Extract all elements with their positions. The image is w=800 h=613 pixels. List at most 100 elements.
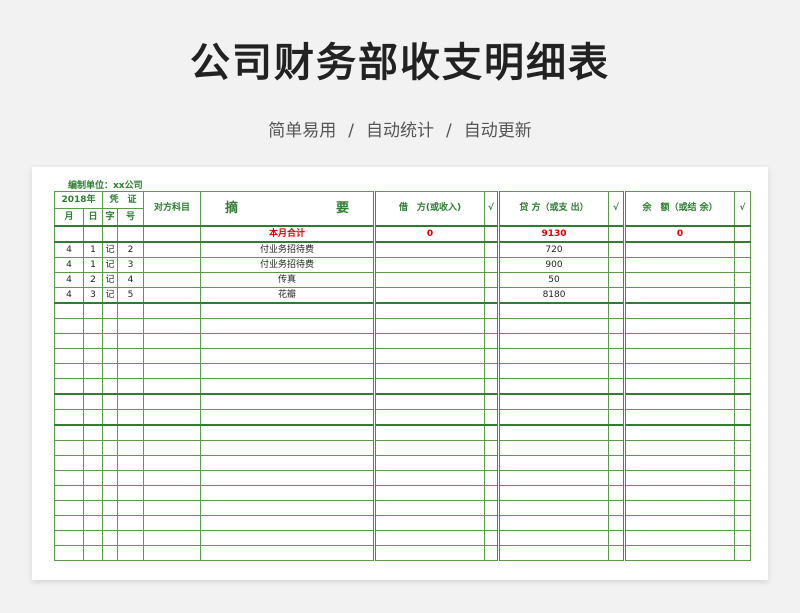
cell-day: 3 <box>83 287 103 304</box>
cell <box>608 485 627 501</box>
cell <box>484 409 501 426</box>
cell <box>498 500 610 516</box>
cell <box>484 272 501 288</box>
cell <box>117 363 144 379</box>
cell <box>624 500 736 516</box>
cell <box>83 333 103 349</box>
cell <box>102 302 118 319</box>
blank-row <box>54 318 752 334</box>
header-check-balance: √ <box>734 191 752 227</box>
cell <box>102 530 118 546</box>
cell <box>624 409 736 426</box>
header-voucher: 凭 证 <box>102 191 144 209</box>
header-zi: 字 <box>102 208 118 227</box>
cell <box>624 455 736 471</box>
cell <box>373 409 486 426</box>
cell-zi: 记 <box>102 287 118 304</box>
cell <box>734 530 752 546</box>
blank-row <box>54 378 752 395</box>
cell <box>143 241 201 258</box>
cell <box>484 393 501 410</box>
cell <box>117 225 144 243</box>
cell <box>373 500 486 516</box>
cell <box>498 378 610 395</box>
header-summary: 摘 要 <box>199 191 376 227</box>
cell <box>373 241 486 258</box>
blank-row <box>54 333 752 349</box>
cell <box>54 485 84 501</box>
cell <box>83 545 103 561</box>
cell <box>484 470 501 486</box>
header-balance: 余 额（或结 余） <box>624 191 736 227</box>
cell <box>734 302 752 319</box>
cell <box>734 500 752 516</box>
blank-row <box>54 302 752 319</box>
cell <box>373 424 486 441</box>
cell <box>734 470 752 486</box>
total-row: 本月合计 0 9130 0 <box>54 225 752 243</box>
cell <box>143 318 201 334</box>
blank-row <box>54 515 752 531</box>
cell <box>734 225 752 243</box>
cell <box>83 409 103 426</box>
cell-hao: 4 <box>117 272 144 288</box>
header-account: 对方科目 <box>143 191 201 227</box>
cell <box>608 470 627 486</box>
cell <box>484 225 501 243</box>
cell <box>83 455 103 471</box>
cell <box>624 333 736 349</box>
subtitle-item-stats: 自动统计 <box>366 121 434 141</box>
cell <box>373 333 486 349</box>
cell <box>608 393 627 410</box>
cell-summary: 花瓣 <box>199 287 376 304</box>
cell <box>734 287 752 304</box>
cell <box>143 378 201 395</box>
cell <box>624 348 736 364</box>
cell <box>608 225 627 243</box>
cell <box>199 455 376 471</box>
cell <box>498 530 610 546</box>
cell-hao: 3 <box>117 257 144 273</box>
cell-credit: 8180 <box>498 287 610 304</box>
cell <box>624 318 736 334</box>
cell <box>102 225 118 243</box>
cell <box>624 302 736 319</box>
table-row: 4 3 记 5 花瓣 8180 <box>54 287 752 304</box>
cell <box>83 424 103 441</box>
cell <box>608 272 627 288</box>
cell <box>608 333 627 349</box>
cell <box>102 318 118 334</box>
cell <box>102 363 118 379</box>
cell <box>199 333 376 349</box>
cell-summary: 传真 <box>199 272 376 288</box>
blank-row <box>54 455 752 471</box>
cell <box>484 241 501 258</box>
cell <box>484 455 501 471</box>
cell <box>54 302 84 319</box>
cell <box>373 257 486 273</box>
cell <box>83 470 103 486</box>
cell <box>117 515 144 531</box>
cell <box>199 393 376 410</box>
cell <box>608 378 627 395</box>
cell <box>498 470 610 486</box>
ledger-card: 编制单位：xx公司 2018年 凭 证 对方科目 摘 要 借 方(或收入) √ … <box>32 167 768 580</box>
cell <box>102 440 118 456</box>
subtitle-separator: / <box>348 121 354 141</box>
cell <box>199 378 376 395</box>
total-label: 本月合计 <box>199 225 376 243</box>
header-month: 月 <box>54 208 84 227</box>
blank-row <box>54 393 752 410</box>
cell <box>117 333 144 349</box>
cell <box>83 530 103 546</box>
cell-credit: 50 <box>498 272 610 288</box>
cell <box>83 378 103 395</box>
cell <box>54 363 84 379</box>
header-check-credit: √ <box>608 191 627 227</box>
cell <box>54 378 84 395</box>
cell <box>143 440 201 456</box>
cell <box>373 530 486 546</box>
cell <box>624 393 736 410</box>
cell <box>117 302 144 319</box>
cell <box>608 500 627 516</box>
